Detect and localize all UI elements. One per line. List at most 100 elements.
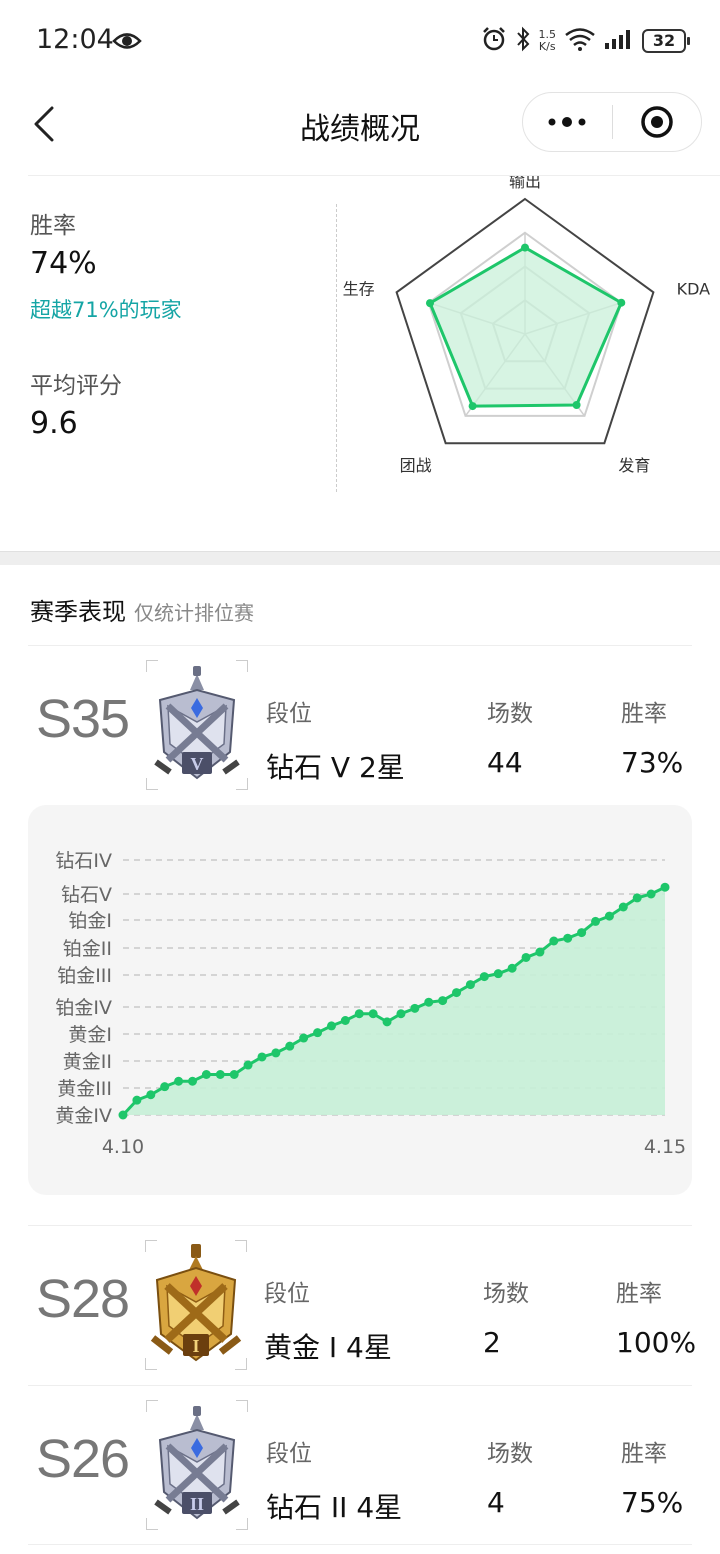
rank-point <box>632 893 642 903</box>
rank-label: 段位 <box>264 1281 310 1307</box>
bluetooth-icon <box>515 26 531 56</box>
radar-axis-label: 发育 <box>618 456 650 475</box>
rank-point <box>215 1070 225 1079</box>
win-rate-percentile: 超越71%的玩家 <box>30 298 182 322</box>
rank-point <box>313 1028 323 1038</box>
y-tick-label: 黄金I <box>68 1024 112 1046</box>
rank-point <box>285 1041 295 1051</box>
status-bar: 12:04 1.5 K/s 32 <box>0 0 720 84</box>
season-section-title: 赛季表现 <box>30 598 126 626</box>
rank-trend-svg: 黄金IV 黄金III 黄金II 黄金I 铂金IV 铂金III 铂金II 铂金I 钻石V 钻石IV 4… <box>55 850 686 1158</box>
overview-section: 胜率 74% 超越71%的玩家 平均评分 9.6 输出 KDA 发育 团战 生存 <box>0 176 720 551</box>
rank-point <box>452 988 462 998</box>
rank-point <box>577 928 587 938</box>
rank-point <box>146 1090 156 1100</box>
rank-point <box>591 916 601 926</box>
rank-point <box>382 1017 392 1027</box>
rank-point <box>604 911 614 921</box>
rank-trend-chart: 黄金IV 黄金III 黄金II 黄金I 铂金IV 铂金III 铂金II 铂金I 钻石V 钻石IV 4… <box>28 805 692 1195</box>
season-row-s28[interactable]: S28 I 段位 黄金 I 4星 场数 2 胜率 100% <box>0 1230 720 1370</box>
season-divider <box>28 1385 692 1386</box>
rank-value: 钻石 II 4星 <box>266 1491 403 1524</box>
more-dots-icon <box>548 117 586 127</box>
y-tick-label: 黄金III <box>57 1078 112 1100</box>
winrate-value: 100% <box>616 1326 697 1359</box>
rank-point <box>201 1070 211 1079</box>
rank-point <box>410 1003 420 1013</box>
rank-point <box>271 1048 281 1058</box>
net-speed: 1.5 K/s <box>539 29 557 53</box>
radar-value-area <box>428 245 624 408</box>
rank-point <box>618 902 628 912</box>
y-tick-label: 黄金II <box>63 1051 112 1073</box>
winrate-value: 75% <box>621 1486 684 1519</box>
rank-point <box>493 969 503 979</box>
season-row-s35[interactable]: S35 V 段位 钻石 V 2星 场数 44 胜率 73% <box>0 650 720 790</box>
season-section-header: 赛季表现 仅统计排位赛 <box>30 592 254 627</box>
rank-point <box>507 963 517 973</box>
rank-point <box>563 933 573 943</box>
rank-value: 黄金 I 4星 <box>264 1331 392 1364</box>
games-label: 场数 <box>487 701 533 727</box>
rank-point <box>396 1009 406 1019</box>
season-header-divider <box>28 645 692 646</box>
mini-program-capsule <box>522 92 702 152</box>
avg-score-value: 9.6 <box>30 406 78 441</box>
games-label: 场数 <box>483 1281 529 1307</box>
radar-axis-label: KDA <box>677 279 711 298</box>
rank-value: 钻石 V 2星 <box>266 751 405 784</box>
nav-bar: 战绩概况 <box>0 84 720 174</box>
rank-point <box>132 1095 142 1105</box>
x-start-label: 4.10 <box>102 1136 144 1158</box>
winrate-value: 73% <box>621 746 684 779</box>
y-tick-label: 黄金IV <box>55 1105 112 1127</box>
win-rate-label: 胜率 <box>30 213 76 239</box>
radar-axis-label: 生存 <box>343 279 375 298</box>
signal-icon <box>604 28 634 54</box>
rank-point <box>160 1082 170 1092</box>
status-icons: 1.5 K/s 32 <box>481 26 690 56</box>
games-value: 44 <box>487 746 523 779</box>
rank-point <box>424 997 434 1007</box>
wifi-icon <box>564 27 596 55</box>
diamond-badge-icon: II <box>146 1400 248 1530</box>
season-section-subtitle: 仅统计排位赛 <box>134 601 254 625</box>
rank-point <box>354 1009 364 1019</box>
x-end-label: 4.15 <box>644 1136 686 1158</box>
section-gap <box>0 551 720 565</box>
radar-axis-label: 输出 <box>509 176 541 191</box>
ability-radar-chart: 输出 KDA 发育 团战 生存 <box>343 176 711 475</box>
y-tick-label: 铂金I <box>68 910 112 932</box>
rank-point <box>646 889 656 899</box>
y-tick-label: 钻石IV <box>55 850 112 872</box>
season-divider <box>28 1544 692 1545</box>
rank-point <box>521 952 531 962</box>
gold-badge-icon: I <box>145 1240 247 1370</box>
more-button[interactable] <box>523 93 612 151</box>
games-value: 2 <box>483 1326 501 1359</box>
diamond-badge-icon: V <box>146 660 248 790</box>
rank-point <box>549 936 559 946</box>
rank-point <box>118 1110 128 1120</box>
y-tick-label: 钻石V <box>61 884 112 906</box>
season-id: S28 <box>36 1269 130 1329</box>
rank-point <box>465 980 475 990</box>
season-row-s26[interactable]: S26 II 段位 钻石 II 4星 场数 4 胜率 75% <box>0 1390 720 1530</box>
rank-point <box>174 1076 184 1086</box>
alarm-icon <box>481 26 507 56</box>
radar-point <box>468 402 477 411</box>
rank-point <box>340 1016 350 1025</box>
winrate-label: 胜率 <box>616 1281 662 1307</box>
games-value: 4 <box>487 1486 505 1519</box>
avg-score-label: 平均评分 <box>30 373 122 399</box>
eye-icon <box>112 30 142 56</box>
season-divider <box>28 1225 692 1226</box>
net-speed-unit: K/s <box>538 40 556 53</box>
radar-point <box>572 400 581 409</box>
svg-text:I: I <box>192 1336 199 1356</box>
svg-text:II: II <box>190 1494 204 1514</box>
close-button[interactable] <box>613 93 702 151</box>
svg-text:V: V <box>191 754 204 774</box>
target-icon <box>641 106 673 138</box>
rank-label: 段位 <box>266 1441 312 1467</box>
